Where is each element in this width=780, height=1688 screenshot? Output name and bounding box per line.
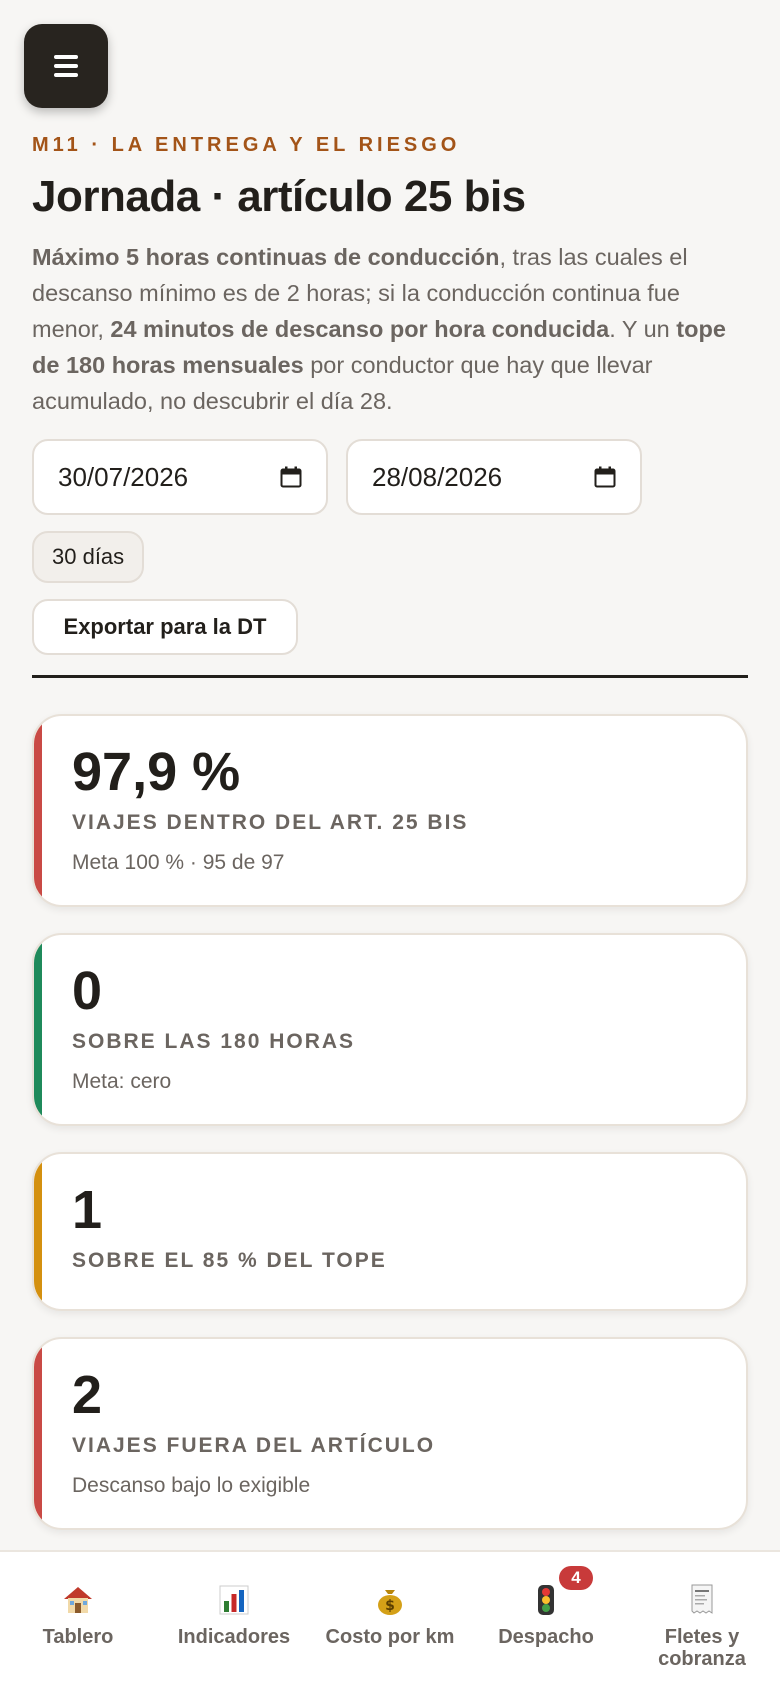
kpi-card-sobre-85: 1 Sobre el 85 % del tope (32, 1151, 748, 1311)
date-to-value: 28/08/2026 (372, 461, 503, 492)
date-from-value: 30/07/2026 (58, 461, 189, 492)
receipt-icon (627, 1582, 777, 1618)
kpi-value: 97,9 % (72, 742, 241, 803)
kpi-card-viajes-dentro: 97,9 % Viajes dentro del art. 25 bis Met… (32, 714, 748, 908)
kpi-label: Viajes fuera del artículo (72, 1433, 436, 1457)
nav-label: Costo por km (325, 1626, 455, 1648)
hamburger-icon-line (54, 64, 78, 68)
nav-item-tablero[interactable]: Tablero (3, 1582, 153, 1688)
nav-label: Tablero (42, 1626, 114, 1648)
range-days-badge: 30 días (32, 531, 145, 584)
kpi-label: Sobre el 85 % del tope (72, 1248, 387, 1272)
page-title: Jornada · artículo 25 bis (32, 172, 526, 221)
nav-label: Indicadores (177, 1626, 291, 1648)
bar-chart-icon (159, 1582, 309, 1618)
kpi-card-viajes-fuera: 2 Viajes fuera del artículo Descanso baj… (32, 1336, 748, 1530)
svg-text:$: $ (385, 1598, 395, 1614)
kpi-label: Viajes dentro del art. 25 bis (72, 811, 469, 835)
kpi-note: Meta: cero (72, 1069, 172, 1093)
kpi-note: Meta 100 % · 95 de 97 (72, 851, 285, 875)
calendar-icon[interactable] (280, 466, 302, 488)
house-icon (3, 1582, 153, 1618)
main-content: M11 · La entrega y el riesgo Jornada · a… (32, 134, 748, 1530)
kpi-value: 2 (72, 1364, 103, 1425)
calendar-icon[interactable] (594, 466, 616, 488)
money-bag-icon: $ (315, 1582, 465, 1618)
kpi-label: Sobre las 180 horas (72, 1029, 356, 1053)
nav-item-indicadores[interactable]: Indicadores (159, 1582, 309, 1688)
page-description: Máximo 5 horas continuas de conducción, … (32, 244, 726, 415)
notification-badge: 4 (559, 1566, 593, 1590)
nav-item-costo-km[interactable]: $ Costo por km (315, 1582, 465, 1688)
hamburger-icon-line (54, 73, 78, 77)
nav-item-fletes[interactable]: Fletes y cobranza (627, 1582, 777, 1688)
section-divider (32, 675, 748, 679)
export-dt-button[interactable]: Exportar para la DT (32, 599, 298, 656)
kpi-value: 0 (72, 961, 103, 1022)
module-eyebrow: M11 · La entrega y el riesgo (32, 134, 461, 156)
menu-button[interactable] (24, 24, 108, 108)
date-from-field[interactable]: 30/07/2026 (32, 439, 328, 516)
kpi-note: Descanso bajo lo exigible (72, 1473, 311, 1497)
kpi-cards: 97,9 % Viajes dentro del art. 25 bis Met… (32, 714, 748, 1530)
kpi-value: 1 (72, 1179, 103, 1240)
hamburger-icon-line (54, 55, 78, 59)
traffic-light-icon (471, 1582, 621, 1618)
nav-label: Despacho (498, 1626, 594, 1648)
nav-item-despacho[interactable]: 4 Despacho (471, 1566, 621, 1688)
bottom-nav: Tablero Indicadores $ Costo por km 4 Des… (0, 1550, 780, 1688)
date-to-field[interactable]: 28/08/2026 (346, 439, 642, 516)
nav-label: Fletes y cobranza (658, 1626, 746, 1670)
kpi-card-sobre-180: 0 Sobre las 180 horas Meta: cero (32, 933, 748, 1126)
date-range: 30/07/2026 28/08/2026 (32, 439, 748, 516)
